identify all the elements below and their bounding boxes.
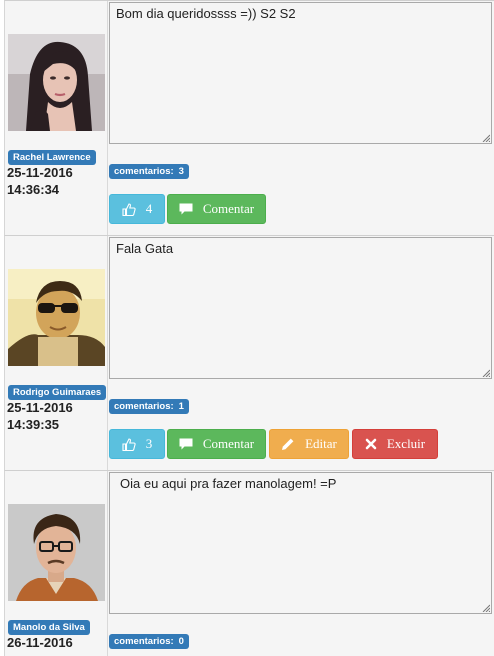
author-name-badge[interactable]: Manolo da Silva — [8, 620, 90, 635]
resize-grip-icon[interactable] — [482, 369, 490, 377]
resize-grip-icon[interactable] — [482, 604, 490, 612]
comments-label: comentarios: — [114, 166, 174, 177]
message-text: Bom dia queridossss =)) S2 S2 — [116, 6, 296, 21]
avatar[interactable] — [8, 504, 105, 601]
like-button[interactable]: 4 — [109, 194, 165, 224]
comment-bubble-icon — [179, 203, 193, 215]
post-date: 25-11-2016 — [7, 400, 73, 415]
message-textarea[interactable]: Bom dia queridossss =)) S2 S2 — [109, 2, 492, 144]
comments-count: 0 — [178, 636, 184, 647]
edit-button-label: Editar — [305, 436, 337, 451]
author-name-badge[interactable]: Rodrigo Guimaraes — [8, 385, 107, 400]
x-icon — [365, 438, 377, 450]
like-button[interactable]: 3 — [109, 429, 165, 459]
comment-button-label: Comentar — [202, 436, 255, 451]
post: Rachel Lawrence 25-11-2016 14:36:34 Bom … — [4, 0, 494, 235]
comment-button[interactable]: Comentar — [167, 194, 266, 224]
comments-label: comentarios: — [114, 401, 174, 412]
pencil-icon — [281, 437, 295, 451]
message-text: Fala Gata — [116, 241, 174, 256]
comments-count: 3 — [178, 166, 184, 177]
man-glasses-photo — [8, 504, 105, 601]
thumbs-up-icon — [122, 202, 136, 216]
like-count: 4 — [145, 201, 153, 216]
comment-button[interactable]: Comentar — [167, 429, 266, 459]
comments-label: comentarios: — [114, 636, 174, 647]
comments-count-badge[interactable]: comentarios: 0 — [109, 634, 189, 649]
post: Manolo da Silva 26-11-2016 Oia eu aqui p… — [4, 470, 494, 656]
avatar[interactable] — [8, 34, 105, 131]
post-time: 14:36:34 — [7, 182, 60, 197]
comments-count-badge[interactable]: comentarios: 3 — [109, 164, 189, 179]
like-count: 3 — [145, 436, 153, 451]
avatar[interactable] — [8, 269, 105, 366]
man-sunglasses-photo — [8, 269, 105, 366]
message-textarea[interactable]: Oia eu aqui pra fazer manolagem! =P — [109, 472, 492, 614]
edit-button[interactable]: Editar — [269, 429, 349, 459]
author-name-badge[interactable]: Rachel Lawrence — [8, 150, 96, 165]
comments-count: 1 — [178, 401, 184, 412]
post-date: 26-11-2016 — [7, 635, 73, 650]
resize-grip-icon[interactable] — [482, 134, 490, 142]
comment-bubble-icon — [179, 438, 193, 450]
comment-button-label: Comentar — [202, 201, 255, 216]
thumbs-up-icon — [122, 437, 136, 451]
message-textarea[interactable]: Fala Gata — [109, 237, 492, 379]
woman-portrait-photo — [8, 34, 105, 131]
delete-button[interactable]: Excluir — [352, 429, 438, 459]
post-date: 25-11-2016 — [7, 165, 73, 180]
post-feed: Rachel Lawrence 25-11-2016 14:36:34 Bom … — [0, 0, 494, 656]
message-text: Oia eu aqui pra fazer manolagem! =P — [120, 476, 337, 491]
delete-button-label: Excluir — [386, 436, 426, 451]
comments-count-badge[interactable]: comentarios: 1 — [109, 399, 189, 414]
post: Rodrigo Guimaraes 25-11-2016 14:39:35 Fa… — [4, 235, 494, 470]
post-time: 14:39:35 — [7, 417, 60, 432]
